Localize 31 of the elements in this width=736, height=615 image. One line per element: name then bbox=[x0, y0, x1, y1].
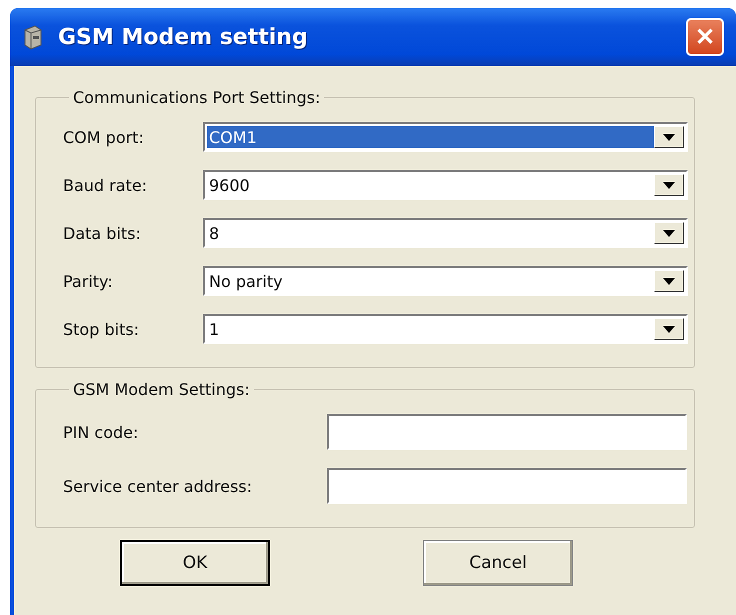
dropdown-field[interactable]: No parity bbox=[203, 266, 688, 296]
close-button[interactable]: ✕ bbox=[686, 18, 724, 56]
field-label: Parity: bbox=[63, 272, 114, 290]
field-label: Baud rate: bbox=[63, 176, 148, 194]
input-field[interactable] bbox=[327, 468, 687, 504]
input-field[interactable] bbox=[327, 414, 687, 450]
field-label: Data bits: bbox=[63, 224, 142, 242]
caret-icon bbox=[663, 326, 675, 332]
modem-icon bbox=[22, 24, 44, 50]
dropdown-field[interactable]: 1 bbox=[203, 314, 688, 344]
dropdown-button[interactable] bbox=[654, 318, 684, 340]
group-title: GSM Modem Settings: bbox=[72, 380, 251, 399]
group-title: Communications Port Settings: bbox=[72, 88, 322, 107]
caret-icon bbox=[663, 182, 675, 188]
dropdown-button[interactable] bbox=[654, 222, 684, 244]
field-label: COM port: bbox=[63, 128, 145, 146]
dropdown-field[interactable]: COM1 bbox=[203, 122, 688, 152]
dropdown-field[interactable]: 8 bbox=[203, 218, 688, 248]
window-title: GSM Modem setting bbox=[58, 24, 309, 50]
caret-icon bbox=[663, 230, 675, 236]
field-label: PIN code: bbox=[63, 422, 140, 442]
cancel-button[interactable]: Cancel bbox=[423, 540, 573, 586]
caret-icon bbox=[663, 278, 675, 284]
dropdown-button[interactable] bbox=[654, 174, 684, 196]
caret-icon bbox=[663, 134, 675, 140]
dropdown-field[interactable]: 9600 bbox=[203, 170, 688, 200]
dropdown-button[interactable] bbox=[654, 126, 684, 148]
field-label: Service center address: bbox=[63, 476, 254, 496]
dropdown-button[interactable] bbox=[654, 270, 684, 292]
field-label: Stop bits: bbox=[63, 320, 140, 338]
ok-button[interactable]: OK bbox=[120, 540, 270, 586]
